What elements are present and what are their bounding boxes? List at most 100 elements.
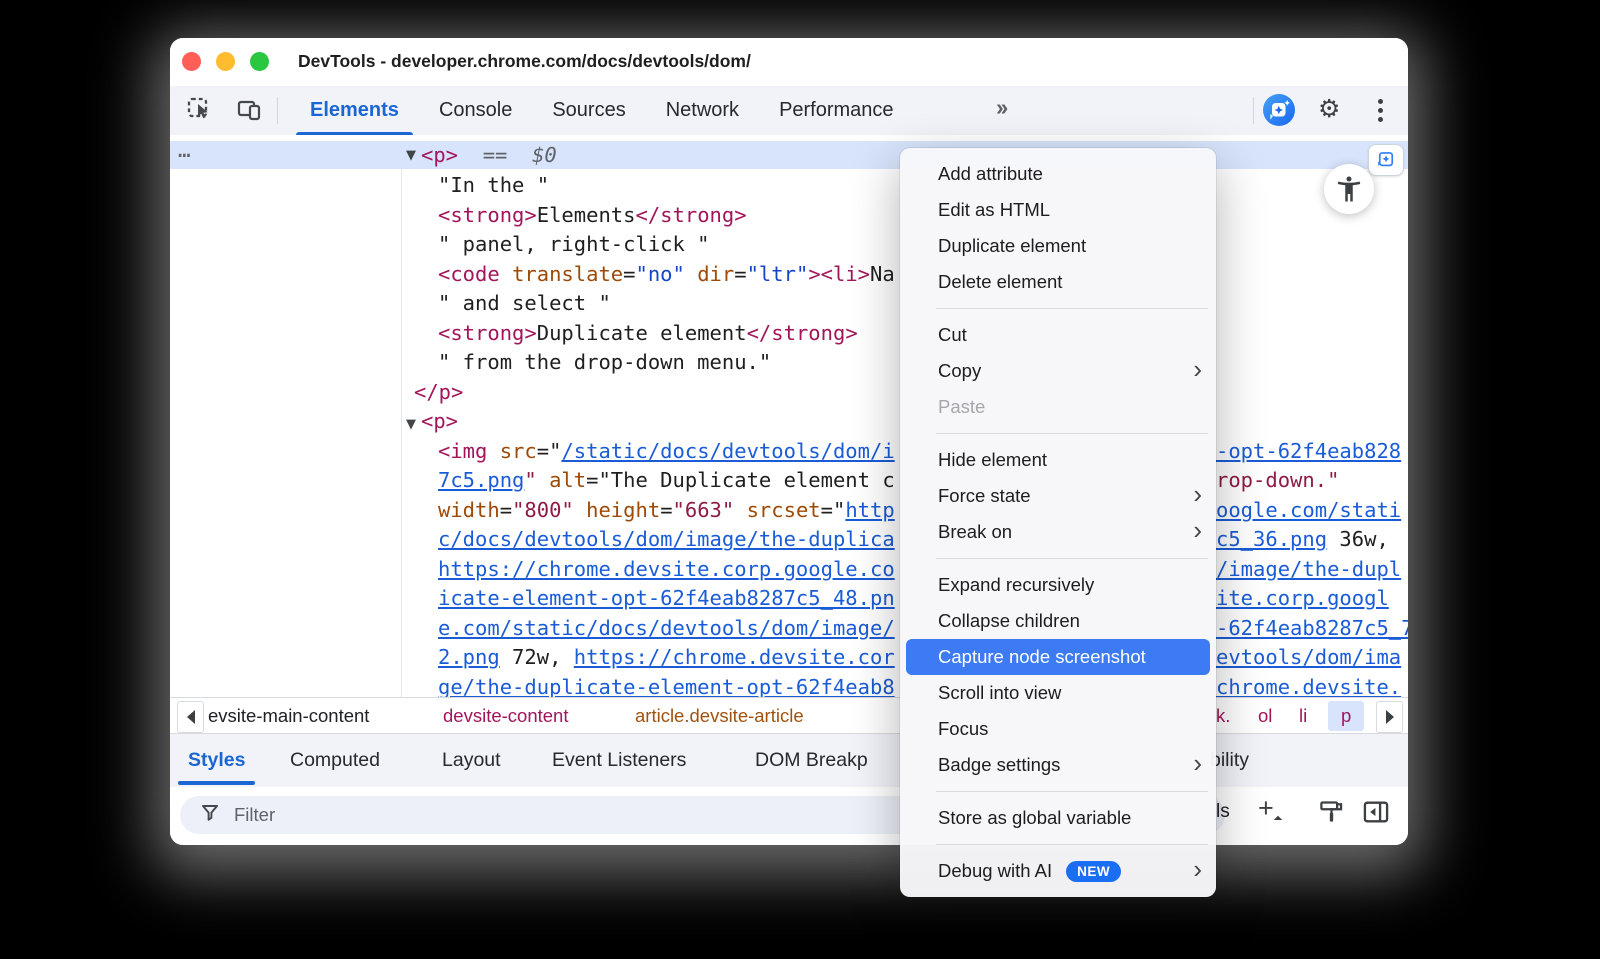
dom-tree-line[interactable]: "In the " (170, 171, 1408, 201)
breadcrumb-item-li[interactable]: li (1299, 705, 1307, 727)
resource-link[interactable]: c5_36.png (1216, 527, 1327, 551)
resource-link[interactable]: -62f4eab8287c5_7 (1216, 616, 1408, 640)
tab-dom-breakp[interactable]: DOM Breakp (755, 749, 868, 772)
submenu-chevron-icon: › (1193, 369, 1202, 373)
menu-item-expand-recursively[interactable]: Expand recursively (900, 567, 1216, 603)
breadcrumb-scroll-right-button[interactable] (1376, 701, 1403, 733)
kebab-menu-icon[interactable] (1378, 99, 1384, 126)
filter-input[interactable] (232, 803, 536, 827)
dom-tree-panel: … ▼ <p> == $0 "In the "< (170, 135, 1408, 697)
accessibility-person-icon[interactable] (1324, 164, 1374, 214)
dom-tree-line-fragment[interactable]: c5_36.png 36w, (1216, 525, 1408, 555)
ai-assistant-icon[interactable] (1263, 94, 1291, 122)
breadcrumb-item-article-devsite-article[interactable]: article.devsite-article (635, 705, 804, 727)
overflow-ellipsis-icon[interactable]: … (178, 138, 192, 162)
code-token: alt (549, 468, 586, 492)
resource-link[interactable]: oogle.com/stati (1216, 498, 1401, 522)
resource-link[interactable]: icate-element-opt-62f4eab8287c5_48.pn (438, 586, 895, 610)
settings-gear-icon[interactable]: ⚙ (1318, 94, 1340, 123)
menu-item-badge-settings[interactable]: Badge settings› (900, 747, 1216, 783)
dom-tree-line[interactable]: <code translate="no" dir="ltr"><li>Na (170, 260, 1408, 290)
resource-link[interactable]: -opt-62f4eab828 (1216, 439, 1401, 463)
tab-styles[interactable]: Styles (188, 749, 245, 772)
menu-item-delete-element[interactable]: Delete element (900, 264, 1216, 300)
more-tabs-icon[interactable]: ›› (996, 94, 1005, 121)
expand-arrow-icon[interactable]: ▼ (406, 417, 416, 432)
code-token: </p> (414, 380, 463, 404)
cls-button-partial[interactable]: ls (1216, 801, 1230, 823)
selected-dom-row[interactable]: … ▼ <p> == $0 (170, 141, 1408, 169)
resource-link[interactable]: /static/docs/devtools/dom/i (561, 439, 894, 463)
resource-link[interactable]: evtools/dom/ima (1216, 645, 1401, 669)
dock-panel-icon[interactable] (1362, 798, 1390, 831)
breadcrumb-item-evsite-main-content[interactable]: evsite-main-content (208, 705, 369, 727)
dom-tree-line-fragment[interactable]: oogle.com/stati (1216, 496, 1408, 526)
menu-item-label: Focus (938, 718, 988, 740)
menu-item-duplicate-element[interactable]: Duplicate element (900, 228, 1216, 264)
menu-item-break-on[interactable]: Break on› (900, 514, 1216, 550)
dom-tree-line-fragment[interactable]: /image/the-dupl (1216, 555, 1408, 585)
selected-tag[interactable]: <p> (421, 143, 458, 167)
menu-item-cut[interactable]: Cut (900, 317, 1216, 353)
menu-item-focus[interactable]: Focus (900, 711, 1216, 747)
zoom-window-button[interactable] (250, 52, 269, 71)
menu-item-add-attribute[interactable]: Add attribute (900, 156, 1216, 192)
resource-link[interactable]: 7c5.png (438, 468, 524, 492)
resource-link[interactable]: e.com/static/docs/devtools/dom/image/ (438, 616, 895, 640)
tab-elements[interactable]: Elements (290, 86, 419, 135)
code-token: </strong> (747, 321, 858, 345)
tab-console[interactable]: Console (419, 86, 532, 135)
menu-item-collapse-children[interactable]: Collapse children (900, 603, 1216, 639)
menu-item-copy[interactable]: Copy› (900, 353, 1216, 389)
resource-link[interactable]: https://chrome.devsite.cor (574, 645, 895, 669)
breadcrumb-item-p[interactable]: p (1328, 701, 1364, 731)
close-window-button[interactable] (182, 52, 201, 71)
dom-tree-line-fragment[interactable]: evtools/dom/ima (1216, 643, 1408, 673)
resource-link[interactable]: http (845, 498, 894, 522)
tab-sources[interactable]: Sources (532, 86, 645, 135)
expand-arrow-icon[interactable]: ▼ (406, 148, 416, 163)
dom-tree-line-fragment[interactable]: ite.corp.googl (1216, 584, 1408, 614)
menu-item-store-as-global-variable[interactable]: Store as global variable (900, 800, 1216, 836)
inspect-icon[interactable] (186, 96, 214, 124)
menu-item-label: Force state (938, 485, 1031, 507)
dom-tree-line[interactable]: <strong>Duplicate element</strong> (170, 319, 1408, 349)
dom-tree-line-fragment[interactable]: -62f4eab8287c5_7 (1216, 614, 1408, 644)
tab-performance[interactable]: Performance (759, 86, 914, 135)
breadcrumb-item-devsite-content[interactable]: devsite-content (443, 705, 568, 727)
menu-item-force-state[interactable]: Force state› (900, 478, 1216, 514)
tab-event-listeners[interactable]: Event Listeners (552, 749, 686, 772)
new-style-rule-button[interactable]: + (1258, 793, 1281, 824)
resource-link[interactable]: ge/the-duplicate-element-opt-62f4eab8 (438, 675, 895, 698)
dom-tree-line[interactable]: " and select " (170, 289, 1408, 319)
resource-link[interactable]: chrome.devsite. (1216, 675, 1401, 698)
resource-link[interactable]: c/docs/devtools/dom/image/the-duplica (438, 527, 895, 551)
dom-tree-line-fragment[interactable]: -opt-62f4eab828 (1216, 437, 1408, 467)
tab-layout[interactable]: Layout (442, 749, 501, 772)
dom-tree-line[interactable]: ▼<p> (170, 407, 1408, 437)
dom-tree-line[interactable]: " from the drop-down menu." (170, 348, 1408, 378)
breadcrumb-scroll-left-button[interactable] (177, 701, 204, 733)
resource-link[interactable]: ite.corp.googl (1216, 586, 1389, 610)
resource-link[interactable]: /image/the-dupl (1216, 557, 1401, 581)
menu-item-edit-as-html[interactable]: Edit as HTML (900, 192, 1216, 228)
resource-link[interactable]: 2.png (438, 645, 500, 669)
resource-link[interactable]: https://chrome.devsite.corp.google.co (438, 557, 895, 581)
dom-tree-line-fragment[interactable]: chrome.devsite. (1216, 673, 1408, 698)
paint-brush-icon[interactable] (1318, 798, 1345, 830)
minimize-window-button[interactable] (216, 52, 235, 71)
device-toolbar-icon[interactable] (236, 96, 264, 124)
tab-network[interactable]: Network (646, 86, 759, 135)
breadcrumb-item-ol[interactable]: ol (1258, 705, 1272, 727)
dom-tree-line[interactable]: " panel, right-click " (170, 230, 1408, 260)
dom-tree-line[interactable]: <strong>Elements</strong> (170, 201, 1408, 231)
breadcrumb-item-k[interactable]: k. (1216, 705, 1230, 727)
menu-item-scroll-into-view[interactable]: Scroll into view (900, 675, 1216, 711)
menu-item-capture-node-screenshot[interactable]: Capture node screenshot (906, 639, 1210, 675)
dom-tree-line-fragment[interactable]: rop-down." (1216, 466, 1408, 496)
tab-computed[interactable]: Computed (290, 749, 380, 772)
dom-tree-line[interactable]: </p> (170, 378, 1408, 408)
menu-item-debug-with-ai[interactable]: Debug with AINEW› (900, 853, 1216, 889)
menu-item-label: Capture node screenshot (938, 646, 1146, 668)
menu-item-hide-element[interactable]: Hide element (900, 442, 1216, 478)
